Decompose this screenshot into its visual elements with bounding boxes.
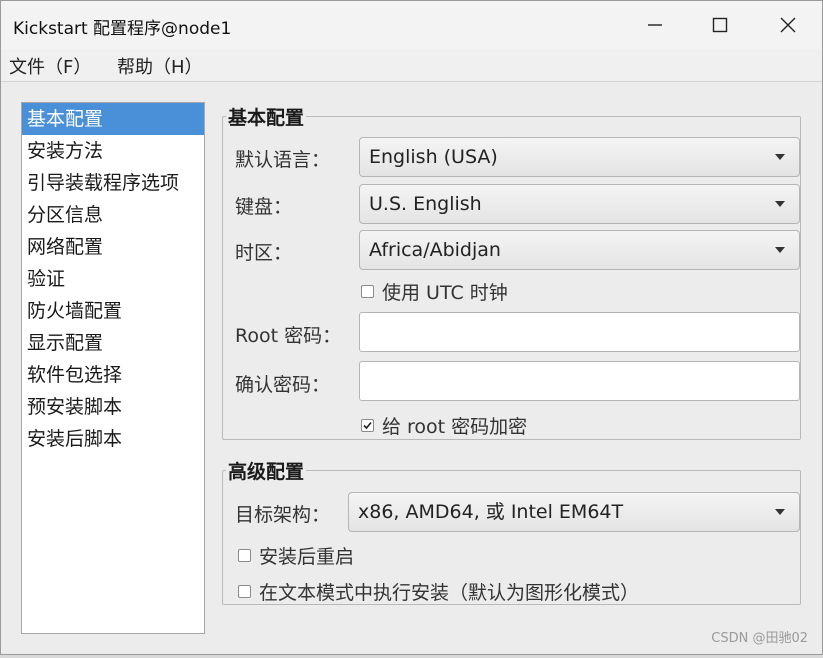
target-arch-label: 目标架构： (235, 504, 331, 526)
dropdown-arrow-icon (775, 509, 785, 515)
keyboard-value: U.S. English (369, 193, 482, 215)
menu-file[interactable]: 文件（F） (9, 53, 91, 79)
keyboard-combo[interactable]: U.S. English (359, 184, 800, 224)
confirm-password-field[interactable] (359, 361, 800, 401)
utc-clock-box[interactable] (361, 285, 374, 298)
nav-item-network[interactable]: 网络配置 (22, 231, 204, 263)
timezone-value: Africa/Abidjan (369, 239, 501, 261)
encrypt-root-password-checkbox[interactable]: 给 root 密码加密 (361, 412, 527, 439)
nav-item-bootloader[interactable]: 引导装载程序选项 (22, 167, 204, 199)
nav-item-packages[interactable]: 软件包选择 (22, 359, 204, 391)
target-arch-combo[interactable]: x86, AMD64, 或 Intel EM64T (348, 492, 800, 532)
menu-help[interactable]: 帮助（H） (117, 53, 203, 79)
basic-config-group: 基本配置 默认语言： English (USA) 键盘： U.S. Englis… (222, 103, 801, 440)
watermark: CSDN @田驰02 (711, 631, 808, 646)
confirm-password-label: 确认密码： (235, 374, 331, 396)
root-password-field[interactable] (359, 312, 800, 352)
nav-item-auth[interactable]: 验证 (22, 263, 204, 295)
nav-item-install-method[interactable]: 安装方法 (22, 135, 204, 167)
text-mode-install-box[interactable] (238, 585, 251, 598)
text-mode-install-label: 在文本模式中执行安装（默认为图形化模式） (259, 582, 640, 604)
advanced-config-title: 高级配置 (226, 457, 307, 484)
timezone-label: 时区： (235, 242, 293, 264)
target-arch-value: x86, AMD64, 或 Intel EM64T (358, 501, 624, 523)
utc-clock-checkbox[interactable]: 使用 UTC 时钟 (361, 278, 508, 305)
dropdown-arrow-icon (775, 201, 785, 207)
language-value: English (USA) (369, 146, 498, 168)
nav-item-pre-script[interactable]: 预安装脚本 (22, 391, 204, 423)
window-title: Kickstart 配置程序@node1 (13, 19, 232, 39)
category-list: 基本配置 安装方法 引导装载程序选项 分区信息 网络配置 验证 防火墙配置 显示… (21, 102, 205, 634)
close-icon (780, 17, 796, 33)
minimize-button[interactable] (620, 1, 690, 49)
reboot-after-install-box[interactable] (238, 549, 251, 562)
menu-bar: 文件（F） 帮助（H） (1, 49, 822, 82)
nav-item-partition[interactable]: 分区信息 (22, 199, 204, 231)
keyboard-label: 键盘： (235, 196, 293, 218)
nav-item-display[interactable]: 显示配置 (22, 327, 204, 359)
advanced-config-group: 高级配置 目标架构： x86, AMD64, 或 Intel EM64T 安装后… (222, 457, 801, 605)
encrypt-root-password-box[interactable] (361, 419, 374, 432)
maximize-button[interactable] (685, 1, 755, 49)
kickstart-window: Kickstart 配置程序@node1 文件（F） 帮助（H） 基本配置 安装… (0, 0, 823, 655)
minimize-icon (648, 24, 662, 26)
dropdown-arrow-icon (775, 154, 785, 160)
dropdown-arrow-icon (775, 247, 785, 253)
timezone-combo[interactable]: Africa/Abidjan (359, 230, 800, 270)
reboot-after-install-checkbox[interactable]: 安装后重启 (238, 542, 354, 569)
nav-item-basic[interactable]: 基本配置 (22, 103, 204, 135)
root-password-label: Root 密码： (235, 325, 342, 347)
close-button[interactable] (753, 1, 823, 49)
encrypt-root-password-label: 给 root 密码加密 (382, 416, 528, 438)
text-mode-install-checkbox[interactable]: 在文本模式中执行安装（默认为图形化模式） (238, 578, 639, 605)
language-combo[interactable]: English (USA) (359, 137, 800, 177)
nav-item-post-script[interactable]: 安装后脚本 (22, 423, 204, 455)
basic-config-title: 基本配置 (226, 103, 307, 130)
checkmark-icon (363, 421, 372, 430)
language-label: 默认语言： (235, 149, 331, 171)
reboot-after-install-label: 安装后重启 (259, 546, 355, 568)
nav-item-firewall[interactable]: 防火墙配置 (22, 295, 204, 327)
maximize-icon (712, 17, 728, 33)
title-bar: Kickstart 配置程序@node1 (1, 1, 822, 49)
utc-clock-label: 使用 UTC 时钟 (382, 282, 508, 304)
